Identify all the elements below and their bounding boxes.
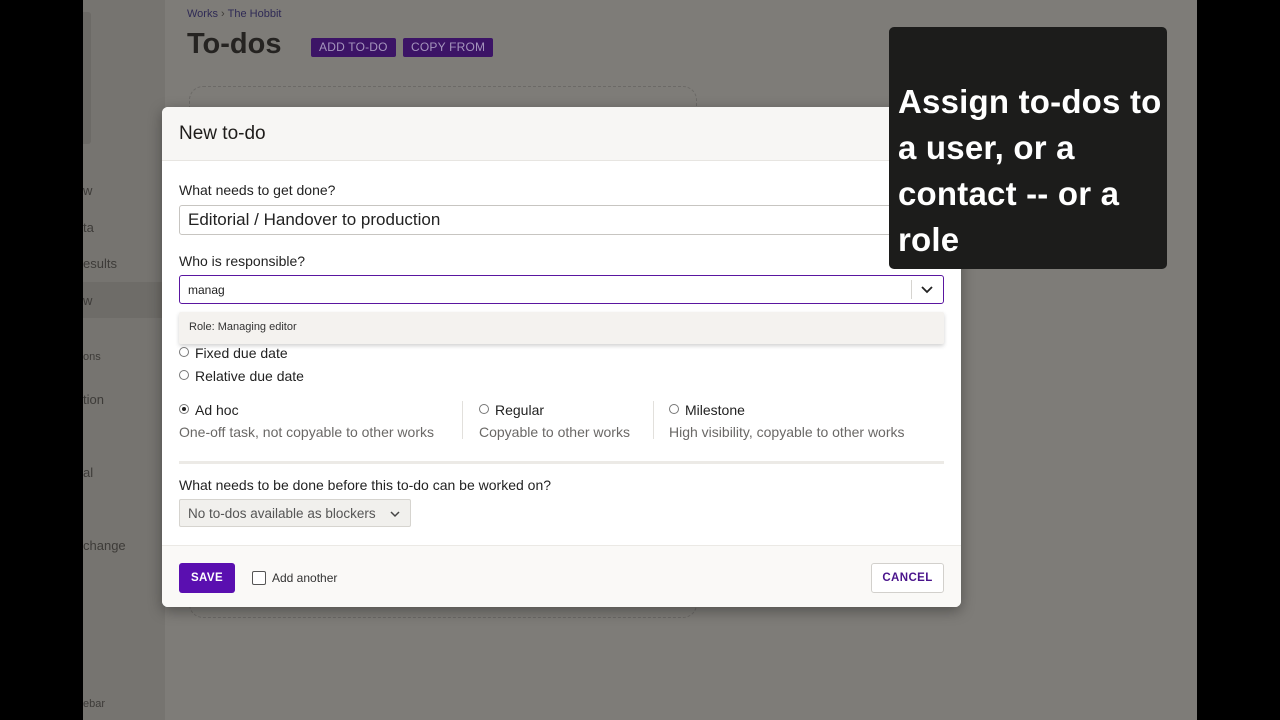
cancel-button[interactable]: CANCEL <box>871 563 944 593</box>
sidebar-collapse-panel <box>83 12 91 144</box>
sidebar-item[interactable]: change <box>83 538 126 553</box>
add-another-label[interactable]: Add another <box>272 571 337 585</box>
fixed-due-radio[interactable] <box>179 347 189 357</box>
sidebar-item[interactable]: w <box>83 183 92 198</box>
regular-description: Copyable to other works <box>479 424 630 440</box>
page-title: To-dos <box>187 28 282 60</box>
breadcrumb-book-link[interactable]: The Hobbit <box>228 8 282 20</box>
adhoc-radio[interactable] <box>179 404 189 414</box>
responsible-dropdown: Role: Managing editor <box>179 312 944 344</box>
blockers-label: What needs to be done before this to-do … <box>179 477 552 493</box>
responsible-combobox[interactable] <box>179 275 944 304</box>
modal-footer: SAVE Add another CANCEL <box>162 545 961 607</box>
sidebar-item[interactable]: w <box>83 293 92 308</box>
blockers-select-value: No to-dos available as blockers <box>188 506 376 521</box>
copy-from-button[interactable]: COPY FROM <box>403 38 494 57</box>
chevron-down-icon <box>390 511 400 518</box>
sidebar-active-highlight <box>83 282 165 318</box>
breadcrumb-separator: › <box>220 8 225 20</box>
add-todo-button[interactable]: ADD TO-DO <box>311 38 396 57</box>
type-separator <box>653 401 654 439</box>
type-separator <box>462 401 463 439</box>
add-another-checkbox[interactable] <box>252 571 266 585</box>
sidebar-item[interactable]: al <box>83 465 93 480</box>
breadcrumb-works-link[interactable]: Works <box>187 8 218 20</box>
tutorial-callout: Assign to-dos to a user, or a contact --… <box>889 27 1167 269</box>
sidebar-item[interactable]: ta <box>83 220 94 235</box>
milestone-description: High visibility, copyable to other works <box>669 424 905 440</box>
blockers-select[interactable]: No to-dos available as blockers <box>179 499 411 527</box>
responsible-label: Who is responsible? <box>179 253 306 269</box>
regular-label[interactable]: Regular <box>495 402 544 418</box>
dropdown-option-managing-editor[interactable]: Role: Managing editor <box>189 321 297 333</box>
sidebar-item[interactable]: esults <box>83 256 117 271</box>
relative-due-radio[interactable] <box>179 370 189 380</box>
milestone-label[interactable]: Milestone <box>685 402 745 418</box>
regular-radio[interactable] <box>479 404 489 414</box>
callout-text: Assign to-dos to a user, or a contact --… <box>898 83 1162 258</box>
milestone-radio[interactable] <box>669 404 679 414</box>
modal-header: New to-do <box>162 107 961 161</box>
relative-due-label[interactable]: Relative due date <box>195 368 304 384</box>
combobox-separator <box>911 280 912 299</box>
sidebar-item[interactable]: ons <box>83 351 101 363</box>
save-button[interactable]: SAVE <box>179 563 235 593</box>
sidebar-item[interactable]: ebar <box>83 698 105 710</box>
task-label: What needs to get done? <box>179 182 336 198</box>
adhoc-description: One-off task, not copyable to other work… <box>179 424 434 440</box>
sidebar: w ta esults w ons tion al change ebar <box>83 0 165 720</box>
breadcrumb: Works › The Hobbit <box>187 8 281 20</box>
adhoc-label[interactable]: Ad hoc <box>195 402 239 418</box>
new-todo-modal: New to-do What needs to get done? Who is… <box>162 107 961 607</box>
modal-title: New to-do <box>179 123 266 144</box>
responsible-input[interactable] <box>188 281 888 299</box>
fixed-due-label[interactable]: Fixed due date <box>195 345 288 361</box>
chevron-down-icon[interactable] <box>917 279 937 299</box>
sidebar-item[interactable]: tion <box>83 392 104 407</box>
section-divider <box>179 461 944 464</box>
task-input[interactable] <box>179 205 943 235</box>
